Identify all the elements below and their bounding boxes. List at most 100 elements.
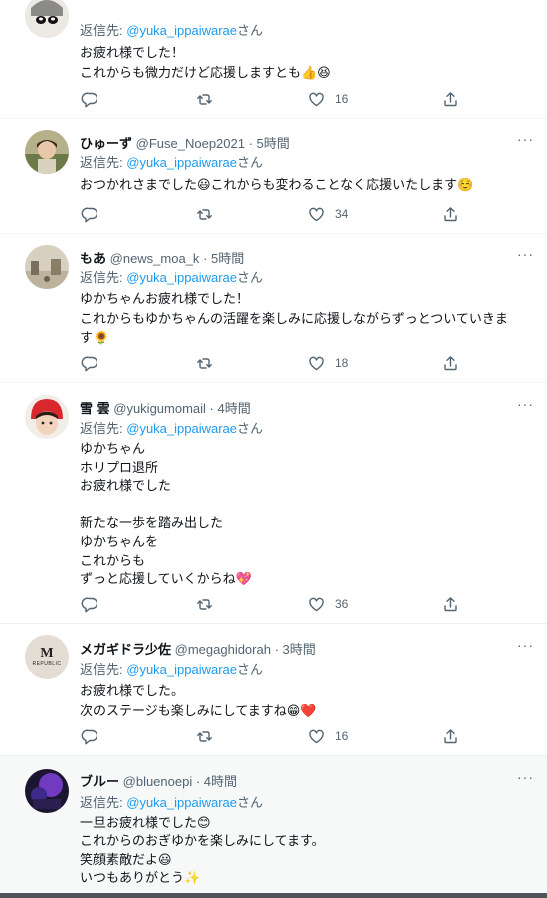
avatar[interactable]: M REPUBLIC — [25, 635, 69, 679]
share-button[interactable] — [442, 204, 459, 224]
user-handle[interactable]: @yukigumomail — [113, 401, 206, 416]
share-button[interactable] — [442, 353, 459, 373]
reply-button[interactable] — [80, 89, 97, 109]
display-name[interactable]: もあ — [80, 251, 106, 266]
share-button[interactable] — [442, 726, 459, 746]
tweet-text: おつかれさまでした😃これからも変わることなく応援いたします☺️ — [80, 177, 474, 192]
tweet-header: ブルー @bluenoepi · 4時間 — [80, 771, 237, 790]
like-count: 16 — [335, 729, 349, 743]
tweet-1[interactable]: ひゅーず @Fuse_Noep2021 · 5時間 ··· 返信先: @yuka… — [0, 119, 547, 234]
reply-button[interactable] — [80, 353, 97, 373]
more-options-icon[interactable]: ··· — [517, 131, 534, 147]
reply-handle-link[interactable]: @yuka_ippaiwarae — [126, 662, 237, 677]
avatar-purple-icon — [25, 769, 69, 813]
reply-handle-link[interactable]: @yuka_ippaiwarae — [126, 421, 237, 436]
like-count: 18 — [335, 356, 349, 370]
timestamp[interactable]: · 5時間 — [203, 251, 244, 266]
reply-handle-link[interactable]: @yuka_ippaiwarae — [126, 270, 237, 285]
more-options-icon[interactable]: ··· — [517, 396, 534, 412]
share-icon — [444, 728, 457, 743]
more-options-icon[interactable]: ··· — [517, 769, 534, 785]
like-button[interactable]: 16 — [308, 726, 348, 746]
tweet-header: メガギドラ少佐 @megaghidorah · 3時間 — [80, 639, 316, 658]
reply-handle-link[interactable]: @yuka_ippaiwarae — [126, 155, 237, 170]
like-icon — [309, 92, 324, 106]
user-handle[interactable]: @Fuse_Noep2021 — [136, 136, 245, 151]
share-icon — [444, 91, 457, 106]
retweet-icon — [197, 93, 212, 105]
retweet-button[interactable] — [196, 204, 213, 224]
reply-button[interactable] — [80, 726, 97, 746]
reply-button[interactable] — [80, 594, 97, 614]
tweet-text: ゆかちゃんお疲れ様でした！ これからもゆかちゃんの活躍を楽しみに応援しながらずっ… — [80, 291, 508, 345]
share-icon — [444, 596, 457, 611]
tweet-actions: 18 — [80, 353, 464, 373]
tweet-actions: 16 — [80, 726, 464, 746]
reply-label: 返信先: — [80, 795, 123, 810]
avatar-photo-icon — [25, 130, 69, 174]
display-name[interactable]: 雪 雲 — [80, 401, 110, 416]
avatar[interactable] — [25, 245, 69, 289]
like-count: 16 — [335, 92, 349, 106]
reply-label: 返信先: — [80, 23, 123, 38]
reply-suffix: さん — [237, 421, 264, 436]
tweet-0[interactable]: 返信先: @yuka_ippaiwaraeさん お疲れ様でした！ これからも微力… — [0, 0, 547, 119]
like-icon — [309, 356, 324, 370]
timestamp[interactable]: · 4時間 — [210, 401, 251, 416]
like-button[interactable]: 18 — [308, 353, 348, 373]
avatar[interactable] — [25, 0, 69, 38]
avatar[interactable] — [25, 395, 69, 439]
reply-label: 返信先: — [80, 155, 123, 170]
user-handle[interactable]: @megaghidorah — [175, 642, 271, 657]
tweet-text: ゆかちゃん ホリプロ退所 お疲れ様でした 新たな一歩を踏み出した ゆかちゃんを … — [80, 441, 252, 587]
timestamp[interactable]: · 4時間 — [196, 774, 237, 789]
share-button[interactable] — [442, 89, 459, 109]
tweet-2[interactable]: もあ @news_moa_k · 5時間 ··· 返信先: @yuka_ippa… — [0, 234, 547, 383]
reply-to-line: 返信先: @yuka_ippaiwaraeさん — [80, 418, 263, 437]
retweet-button[interactable] — [196, 726, 213, 746]
tweet-3[interactable]: 雪 雲 @yukigumomail · 4時間 ··· 返信先: @yuka_i… — [0, 383, 547, 624]
user-handle[interactable]: @bluenoepi — [123, 774, 193, 789]
reply-label: 返信先: — [80, 662, 123, 677]
timestamp[interactable]: · 3時間 — [275, 642, 316, 657]
reply-to-line: 返信先: @yuka_ippaiwaraeさん — [80, 267, 263, 286]
user-handle[interactable]: @news_moa_k — [110, 251, 200, 266]
retweet-button[interactable] — [196, 353, 213, 373]
display-name[interactable]: ブルー — [80, 774, 119, 789]
avatar-landscape-icon — [25, 245, 69, 289]
avatar-anime-icon — [25, 0, 69, 38]
tweet-4[interactable]: M REPUBLIC メガギドラ少佐 @megaghidorah · 3時間 ·… — [0, 624, 547, 756]
avatar[interactable] — [25, 769, 69, 813]
timestamp[interactable]: · 5時間 — [249, 136, 290, 151]
reply-label: 返信先: — [80, 421, 123, 436]
tweet-header: ひゅーず @Fuse_Noep2021 · 5時間 — [80, 133, 290, 152]
more-options-icon[interactable]: ··· — [517, 246, 534, 262]
reply-handle-link[interactable]: @yuka_ippaiwarae — [126, 795, 237, 810]
reply-icon — [81, 92, 97, 107]
retweet-button[interactable] — [196, 594, 213, 614]
avatar-republic-logo-icon: M REPUBLIC — [25, 635, 69, 679]
reply-handle-link[interactable]: @yuka_ippaiwarae — [126, 23, 237, 38]
display-name[interactable]: ひゅーず — [80, 136, 132, 151]
share-button[interactable] — [442, 594, 459, 614]
like-button[interactable]: 36 — [308, 594, 348, 614]
tweet-actions: 34 — [80, 204, 464, 224]
retweet-icon — [197, 208, 212, 220]
display-name[interactable]: メガギドラ少佐 — [80, 642, 171, 657]
reply-suffix: さん — [237, 155, 264, 170]
avatar[interactable] — [25, 130, 69, 174]
retweet-button[interactable] — [196, 89, 213, 109]
like-button[interactable]: 34 — [308, 204, 348, 224]
reply-to-line: 返信先: @yuka_ippaiwaraeさん — [80, 152, 263, 171]
tweet-actions: 36 — [80, 594, 464, 614]
tweet-5[interactable]: ブルー @bluenoepi · 4時間 ··· 返信先: @yuka_ippa… — [0, 756, 547, 898]
reply-button[interactable] — [80, 204, 97, 224]
reply-to-line: 返信先: @yuka_ippaiwaraeさん — [80, 20, 263, 39]
more-options-icon[interactable]: ··· — [517, 637, 534, 653]
tweet-actions: 16 — [80, 89, 464, 109]
logo-word: REPUBLIC — [32, 660, 62, 667]
like-button[interactable]: 16 — [308, 89, 348, 109]
reply-label: 返信先: — [80, 270, 123, 285]
tweet-header: 雪 雲 @yukigumomail · 4時間 — [80, 398, 251, 417]
logo-letter: M — [40, 645, 54, 661]
